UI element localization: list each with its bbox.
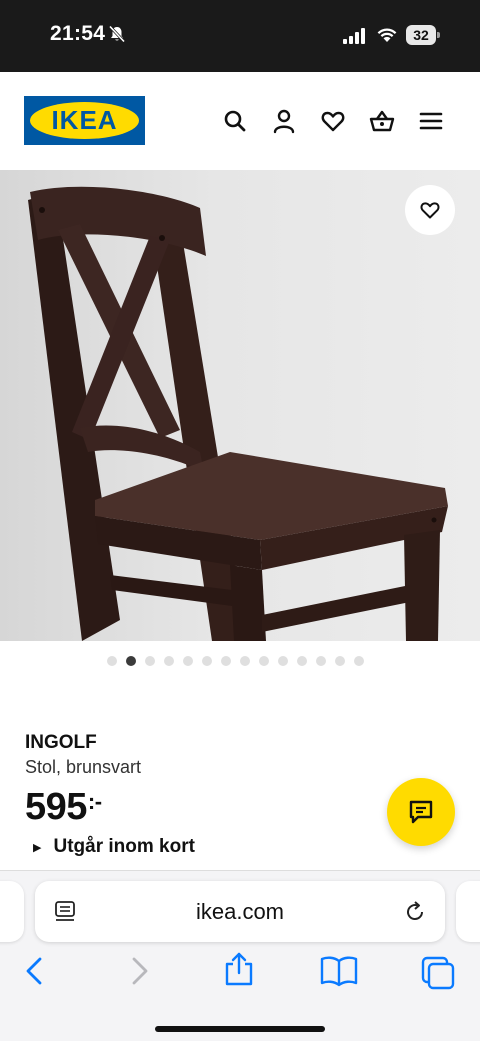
menu-icon[interactable] bbox=[418, 108, 444, 134]
chair-illustration bbox=[28, 186, 448, 641]
shopping-basket-icon[interactable] bbox=[369, 108, 395, 134]
chat-button[interactable] bbox=[387, 778, 455, 846]
wifi-icon bbox=[377, 28, 397, 42]
carousel-dot[interactable] bbox=[221, 656, 231, 666]
carousel-dot[interactable] bbox=[164, 656, 174, 666]
next-tab-pill[interactable] bbox=[456, 881, 480, 942]
caret-right-icon: ▶ bbox=[33, 841, 42, 854]
carousel-dot[interactable] bbox=[126, 656, 136, 666]
url-text: ikea.com bbox=[195, 899, 285, 924]
product-description: Stol, brunsvart bbox=[25, 757, 142, 777]
bookmarks-icon[interactable] bbox=[320, 955, 358, 987]
bell-off-icon bbox=[108, 25, 126, 43]
browser-toolbar: ikea.com bbox=[0, 870, 480, 1041]
carousel-dot[interactable] bbox=[202, 656, 212, 666]
logo-text: IKEA bbox=[51, 105, 118, 135]
status-time: 21:54 bbox=[50, 22, 106, 45]
carousel-dot[interactable] bbox=[259, 656, 269, 666]
address-bar[interactable]: ikea.com bbox=[35, 881, 445, 942]
account-icon[interactable] bbox=[271, 108, 297, 134]
availability-toggle[interactable]: ▶ Utgår inom kort bbox=[33, 836, 195, 858]
previous-tab-pill[interactable] bbox=[0, 881, 24, 942]
price-suffix: :- bbox=[87, 789, 102, 814]
status-bar: 21:54 32 bbox=[0, 0, 480, 72]
availability-text: Utgår inom kort bbox=[53, 836, 195, 857]
ikea-logo[interactable]: IKEA bbox=[24, 96, 145, 145]
battery-tip bbox=[437, 32, 440, 38]
carousel-dot[interactable] bbox=[354, 656, 364, 666]
search-icon[interactable] bbox=[222, 108, 248, 134]
carousel-dot[interactable] bbox=[335, 656, 345, 666]
cellular-signal-icon bbox=[343, 28, 365, 44]
home-indicator bbox=[155, 1026, 325, 1032]
carousel-dot[interactable] bbox=[145, 656, 155, 666]
product-image[interactable] bbox=[0, 170, 480, 641]
tabs-icon[interactable] bbox=[420, 955, 456, 991]
carousel-dot[interactable] bbox=[278, 656, 288, 666]
battery-icon: 32 bbox=[406, 25, 440, 45]
forward-arrow-icon[interactable] bbox=[126, 956, 152, 986]
wishlist-heart-icon[interactable] bbox=[320, 108, 346, 134]
carousel-dot[interactable] bbox=[240, 656, 250, 666]
product-name: INGOLF bbox=[25, 732, 97, 753]
carousel-dot[interactable] bbox=[107, 656, 117, 666]
favorite-button[interactable] bbox=[405, 185, 455, 235]
carousel-dot[interactable] bbox=[297, 656, 307, 666]
site-header: IKEA bbox=[0, 72, 480, 170]
chat-bubble-icon bbox=[409, 800, 433, 824]
back-arrow-icon[interactable] bbox=[22, 956, 48, 986]
price-value: 595 bbox=[25, 786, 87, 828]
carousel-dot[interactable] bbox=[183, 656, 193, 666]
battery-level: 32 bbox=[406, 25, 436, 45]
carousel-dots bbox=[107, 656, 377, 666]
heart-icon bbox=[420, 202, 440, 219]
carousel-dot[interactable] bbox=[316, 656, 326, 666]
share-icon[interactable] bbox=[223, 951, 255, 987]
product-price: 595:- bbox=[25, 786, 102, 829]
reload-icon[interactable] bbox=[402, 899, 428, 925]
